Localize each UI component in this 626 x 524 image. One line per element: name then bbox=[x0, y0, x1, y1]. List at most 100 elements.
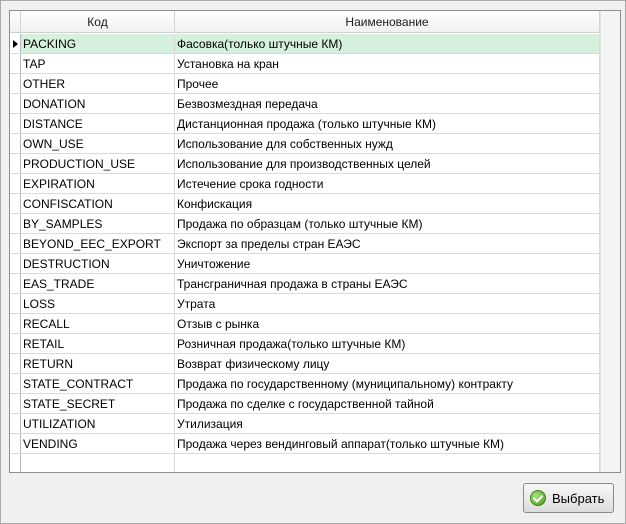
table-row[interactable]: STATE_SECRET Продажа по сделке с государс… bbox=[10, 394, 600, 414]
cell-name[interactable]: Использование для производственных целей bbox=[175, 154, 600, 173]
row-indicator[interactable] bbox=[10, 294, 21, 313]
cell-code[interactable]: CONFISCATION bbox=[21, 194, 175, 213]
row-indicator[interactable] bbox=[10, 414, 21, 433]
cell-name[interactable]: Безвозмездная передача bbox=[175, 94, 600, 113]
cell-code[interactable]: BY_SAMPLES bbox=[21, 214, 175, 233]
table-row[interactable]: UTILIZATION Утилизация bbox=[10, 414, 600, 434]
grid-empty-area bbox=[10, 454, 600, 472]
cell-code[interactable]: RECALL bbox=[21, 314, 175, 333]
row-indicator bbox=[10, 454, 21, 472]
row-indicator[interactable] bbox=[10, 114, 21, 133]
table-row[interactable]: PACKING Фасовка(только штучные КМ) bbox=[10, 34, 600, 54]
cell-name[interactable]: Прочее bbox=[175, 74, 600, 93]
cell-code[interactable]: DESTRUCTION bbox=[21, 254, 175, 273]
cell-name[interactable]: Экспорт за пределы стран ЕАЭС bbox=[175, 234, 600, 253]
select-button[interactable]: Выбрать bbox=[523, 483, 614, 513]
cell-code[interactable]: PACKING bbox=[21, 34, 175, 53]
table-row[interactable]: BEYOND_EEC_EXPORT Экспорт за пределы стра… bbox=[10, 234, 600, 254]
select-button-label: Выбрать bbox=[552, 490, 605, 506]
green-check-icon bbox=[530, 490, 546, 506]
row-indicator[interactable] bbox=[10, 94, 21, 113]
cell-code[interactable]: OTHER bbox=[21, 74, 175, 93]
cell-code[interactable]: RETURN bbox=[21, 354, 175, 373]
cell-name[interactable]: Истечение срока годности bbox=[175, 174, 600, 193]
cell-name[interactable]: Розничная продажа(только штучные КМ) bbox=[175, 334, 600, 353]
table-row[interactable]: RECALL Отзыв с рынка bbox=[10, 314, 600, 334]
cell-name[interactable]: Дистанционная продажа (только штучные КМ… bbox=[175, 114, 600, 133]
table-row[interactable]: BY_SAMPLES Продажа по образцам (только шт… bbox=[10, 214, 600, 234]
column-header-name[interactable]: Наименование bbox=[175, 11, 600, 32]
row-indicator[interactable] bbox=[10, 54, 21, 73]
table-row[interactable]: OWN_USE Использование для собственных нуж… bbox=[10, 134, 600, 154]
cell-name[interactable]: Утилизация bbox=[175, 414, 600, 433]
row-indicator[interactable] bbox=[10, 214, 21, 233]
grid-header: Код Наименование bbox=[10, 11, 600, 33]
table-row[interactable]: TAP Установка на кран bbox=[10, 54, 600, 74]
cell-name[interactable]: Использование для собственных нужд bbox=[175, 134, 600, 153]
column-header-code[interactable]: Код bbox=[21, 11, 175, 32]
row-indicator[interactable] bbox=[10, 194, 21, 213]
cell-name[interactable]: Утрата bbox=[175, 294, 600, 313]
row-indicator[interactable] bbox=[10, 154, 21, 173]
row-indicator[interactable] bbox=[10, 234, 21, 253]
table-row[interactable]: EAS_TRADE Трансграничная продажа в страны… bbox=[10, 274, 600, 294]
table-row[interactable]: EXPIRATION Истечение срока годности bbox=[10, 174, 600, 194]
current-row-pointer-icon bbox=[13, 40, 18, 48]
row-indicator[interactable] bbox=[10, 334, 21, 353]
row-indicator[interactable] bbox=[10, 354, 21, 373]
table-row[interactable]: DESTRUCTION Уничтожение bbox=[10, 254, 600, 274]
row-indicator[interactable] bbox=[10, 254, 21, 273]
cell-name[interactable]: Конфискация bbox=[175, 194, 600, 213]
cell-code[interactable]: STATE_CONTRACT bbox=[21, 374, 175, 393]
cell-name[interactable]: Продажа по сделке с государственной тайн… bbox=[175, 394, 600, 413]
table-row[interactable]: PRODUCTION_USE Использование для производ… bbox=[10, 154, 600, 174]
cell-name[interactable]: Продажа через вендинговый аппарат(только… bbox=[175, 434, 600, 453]
row-indicator[interactable] bbox=[10, 374, 21, 393]
cell-code[interactable]: TAP bbox=[21, 54, 175, 73]
table-row[interactable]: RETURN Возврат физическому лицу bbox=[10, 354, 600, 374]
cell-name[interactable]: Трансграничная продажа в страны ЕАЭС bbox=[175, 274, 600, 293]
cell-name[interactable]: Фасовка(только штучные КМ) bbox=[175, 34, 600, 53]
table-row[interactable]: LOSS Утрата bbox=[10, 294, 600, 314]
cell-name bbox=[175, 454, 600, 472]
cell-code[interactable]: VENDING bbox=[21, 434, 175, 453]
row-indicator[interactable] bbox=[10, 174, 21, 193]
row-indicator[interactable] bbox=[10, 74, 21, 93]
cell-code[interactable]: LOSS bbox=[21, 294, 175, 313]
cell-code[interactable]: EXPIRATION bbox=[21, 174, 175, 193]
row-indicator[interactable] bbox=[10, 134, 21, 153]
row-indicator[interactable] bbox=[10, 274, 21, 293]
cell-code[interactable]: BEYOND_EEC_EXPORT bbox=[21, 234, 175, 253]
cell-code[interactable]: UTILIZATION bbox=[21, 414, 175, 433]
cell-code[interactable]: EAS_TRADE bbox=[21, 274, 175, 293]
header-indicator-cell bbox=[10, 11, 21, 32]
cell-name[interactable]: Отзыв с рынка bbox=[175, 314, 600, 333]
cell-name[interactable]: Уничтожение bbox=[175, 254, 600, 273]
cell-code[interactable]: STATE_SECRET bbox=[21, 394, 175, 413]
vertical-scrollbar[interactable] bbox=[600, 11, 620, 472]
cell-name[interactable]: Возврат физическому лицу bbox=[175, 354, 600, 373]
cell-name[interactable]: Установка на кран bbox=[175, 54, 600, 73]
cell-code[interactable]: DONATION bbox=[21, 94, 175, 113]
row-indicator[interactable] bbox=[10, 34, 21, 53]
cell-name[interactable]: Продажа по государственному (муниципальн… bbox=[175, 374, 600, 393]
table-row[interactable]: DISTANCE Дистанционная продажа (только шт… bbox=[10, 114, 600, 134]
table-row[interactable]: DONATION Безвозмездная передача bbox=[10, 94, 600, 114]
codes-grid[interactable]: Код Наименование PACKING Фасовка(только ш… bbox=[9, 10, 621, 473]
cell-code[interactable]: OWN_USE bbox=[21, 134, 175, 153]
cell-code[interactable]: RETAIL bbox=[21, 334, 175, 353]
cell-name[interactable]: Продажа по образцам (только штучные КМ) bbox=[175, 214, 600, 233]
cell-code bbox=[21, 454, 175, 472]
table-row[interactable]: OTHER Прочее bbox=[10, 74, 600, 94]
table-row[interactable]: STATE_CONTRACT Продажа по государственном… bbox=[10, 374, 600, 394]
table-row[interactable]: VENDING Продажа через вендинговый аппарат… bbox=[10, 434, 600, 454]
row-indicator[interactable] bbox=[10, 314, 21, 333]
row-indicator[interactable] bbox=[10, 394, 21, 413]
row-indicator[interactable] bbox=[10, 434, 21, 453]
cell-code[interactable]: PRODUCTION_USE bbox=[21, 154, 175, 173]
table-row[interactable]: CONFISCATION Конфискация bbox=[10, 194, 600, 214]
cell-code[interactable]: DISTANCE bbox=[21, 114, 175, 133]
grid-rows: PACKING Фасовка(только штучные КМ) TAP Уста… bbox=[10, 34, 600, 472]
table-row[interactable]: RETAIL Розничная продажа(только штучные К… bbox=[10, 334, 600, 354]
selection-dialog: Код Наименование PACKING Фасовка(только ш… bbox=[0, 0, 626, 524]
